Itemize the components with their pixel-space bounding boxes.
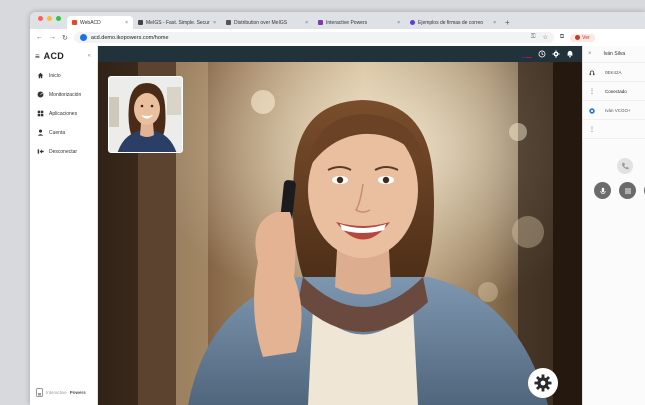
tab-label: Ejemplos de firmas de correo xyxy=(418,19,484,26)
tab-interactive-powers[interactable]: Interactive Powers × xyxy=(313,16,405,29)
top-bar xyxy=(98,46,582,62)
close-panel-icon[interactable]: × xyxy=(588,51,592,57)
queue-row: Iván VCGO+ xyxy=(583,100,645,119)
address-bar: ← → ↻ acd.demo.ikopowers.com/home ⚿ ☆ ⧉ … xyxy=(30,29,645,46)
new-tab-button[interactable]: + xyxy=(501,18,514,29)
powered-brand: Powers xyxy=(69,390,86,395)
forward-icon[interactable]: → xyxy=(49,34,56,41)
tab-label: MeIGS - Fast. Simple. Secur xyxy=(146,19,210,26)
url-text: acd.demo.ikopowers.com/home xyxy=(90,34,169,41)
user-icon xyxy=(37,129,44,136)
reload-icon[interactable]: ↻ xyxy=(62,34,68,42)
agent-name: Iván Silva xyxy=(603,51,626,57)
tab-label: WebACD xyxy=(80,19,101,26)
webacd-favicon-icon xyxy=(72,20,77,25)
queue-text: Iván VCGO+ xyxy=(605,107,631,113)
close-tab-icon[interactable]: × xyxy=(397,20,400,26)
logout-icon xyxy=(37,148,44,155)
call-button[interactable] xyxy=(617,158,633,174)
tab-label: Interactive Powers xyxy=(326,19,368,26)
sidebar: ≡ ACD « Inicio Monitorización Aplicacion… xyxy=(30,46,98,405)
sidebar-item-monitorizacion[interactable]: Monitorización xyxy=(30,85,97,104)
video-call-area xyxy=(98,62,582,405)
gear-icon xyxy=(534,374,552,392)
tab-webacd[interactable]: WebACD × xyxy=(67,16,133,29)
browser-window: WebACD × MeIGS - Fast. Simple. Secur × D… xyxy=(30,12,645,405)
sidebar-item-label: Monitorización xyxy=(49,91,82,98)
close-window-button[interactable] xyxy=(38,15,43,21)
app-logo: ACD xyxy=(43,51,65,61)
dialpad-icon xyxy=(624,187,631,194)
call-controls xyxy=(594,182,645,199)
self-view-video[interactable] xyxy=(108,76,183,153)
agent-panel: × Iván Silva 0EK42A ⋮ Conectado Iván VCG… xyxy=(582,46,645,405)
minimize-window-button[interactable] xyxy=(47,15,52,21)
dialpad-button[interactable] xyxy=(619,182,636,199)
sidebar-item-inicio[interactable]: Inicio xyxy=(30,66,97,85)
headset-icon xyxy=(589,63,595,81)
password-key-icon[interactable]: ⚿ xyxy=(531,34,536,41)
input-row[interactable]: ⋮ xyxy=(583,119,645,139)
queue-icon xyxy=(589,101,595,119)
sidebar-item-desconectar[interactable]: Desconectar xyxy=(30,142,97,161)
extension-number: 0EK42A xyxy=(605,69,622,75)
tab-distribution[interactable]: Distribution over MeIGS × xyxy=(221,16,313,29)
distribution-favicon-icon xyxy=(226,20,231,25)
extension-row: 0EK42A xyxy=(583,62,645,81)
sidebar-item-aplicaciones[interactable]: Aplicaciones xyxy=(30,104,97,123)
url-input[interactable]: acd.demo.ikopowers.com/home ⚿ ☆ xyxy=(73,32,554,43)
tab-label: Distribution over MeIGS xyxy=(234,19,288,26)
monitor-icon xyxy=(37,91,44,98)
bookmark-star-icon[interactable]: ☆ xyxy=(542,34,547,41)
sidebar-item-label: Cuenta xyxy=(49,129,66,136)
status-badge: Conectado xyxy=(605,88,627,94)
sidebar-header: ≡ ACD « xyxy=(30,46,97,66)
interactive-powers-logo-icon xyxy=(36,388,43,397)
language-flag-icon[interactable] xyxy=(521,51,532,58)
maximize-window-button[interactable] xyxy=(56,15,61,21)
site-info-icon[interactable] xyxy=(79,34,87,41)
menu-icon[interactable]: ≡ xyxy=(35,52,40,61)
phone-icon xyxy=(621,162,629,170)
ejemplos-favicon-icon xyxy=(410,20,415,25)
sidebar-item-label: Desconectar xyxy=(49,148,78,155)
sidebar-item-cuenta[interactable]: Cuenta xyxy=(30,123,97,142)
settings-icon[interactable] xyxy=(552,50,560,58)
profile-button[interactable]: Ver xyxy=(570,33,595,42)
meigs-favicon-icon xyxy=(138,20,143,25)
powers-favicon-icon xyxy=(318,20,323,25)
collapse-sidebar-icon[interactable]: « xyxy=(88,53,91,59)
powered-prefix: Interactive xyxy=(46,390,67,395)
extensions-icon[interactable]: ⧉ xyxy=(560,34,564,41)
sidebar-item-label: Aplicaciones xyxy=(49,110,78,117)
close-tab-icon[interactable]: × xyxy=(125,20,128,26)
mic-button[interactable] xyxy=(594,182,611,199)
tab-meigs[interactable]: MeIGS - Fast. Simple. Secur × xyxy=(133,16,221,29)
bell-icon[interactable] xyxy=(566,50,574,58)
tab-strip: WebACD × MeIGS - Fast. Simple. Secur × D… xyxy=(30,12,645,29)
sidebar-item-label: Inicio xyxy=(49,72,61,79)
avatar xyxy=(575,35,581,40)
tab-ejemplos[interactable]: Ejemplos de firmas de correo × xyxy=(405,16,501,29)
status-row[interactable]: ⋮ Conectado xyxy=(583,81,645,100)
home-icon xyxy=(37,72,44,79)
profile-label: Ver xyxy=(582,34,590,41)
video-settings-button[interactable] xyxy=(528,368,558,398)
close-tab-icon[interactable]: × xyxy=(493,20,496,26)
history-icon[interactable] xyxy=(538,50,546,58)
powered-by: Interactive Powers xyxy=(36,388,86,397)
status-menu-icon[interactable]: ⋮ xyxy=(589,88,595,95)
back-icon[interactable]: ← xyxy=(36,34,43,41)
close-tab-icon[interactable]: × xyxy=(213,20,216,26)
close-tab-icon[interactable]: × xyxy=(305,20,308,26)
mic-icon xyxy=(599,187,606,194)
agent-panel-header: × Iván Silva xyxy=(583,46,645,62)
apps-icon xyxy=(37,110,44,117)
input-menu-icon[interactable]: ⋮ xyxy=(589,126,595,133)
self-view-image xyxy=(109,77,182,152)
window-controls xyxy=(30,12,67,29)
